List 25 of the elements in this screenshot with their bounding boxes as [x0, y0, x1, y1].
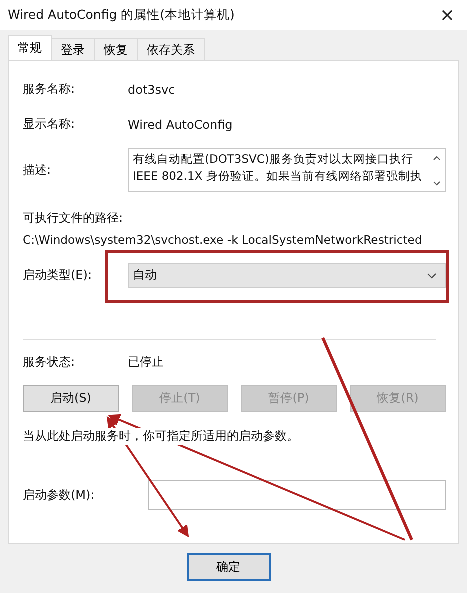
tab[interactable]: 依存关系 — [137, 38, 205, 60]
description-text: 有线自动配置(DOT3SVC)服务负责对以太网接口执行 IEEE 802.1X 身份验证。如果当前有线网络部署强制执 — [133, 151, 424, 185]
description-field[interactable]: 有线自动配置(DOT3SVC)服务负责对以太网接口执行 IEEE 802.1X 身份验证。如果当前有线网络部署强制执 — [128, 148, 446, 192]
field-label: 显示名称: — [23, 116, 76, 133]
field-label: 描述: — [23, 162, 52, 178]
field-value: Wired AutoConfig — [128, 118, 233, 132]
tab[interactable]: 常规 — [8, 35, 52, 60]
startup-type-dropdown[interactable]: 自动 — [128, 263, 446, 288]
service-button[interactable]: 启动(S) — [23, 385, 119, 412]
scroll-up-icon[interactable] — [433, 155, 441, 161]
ok-button[interactable]: 确定 — [186, 553, 270, 581]
field-label: 启动参数(M): — [23, 486, 96, 504]
start-parameters-field[interactable] — [148, 480, 446, 510]
chevron-down-icon — [427, 272, 437, 278]
close-button[interactable]: × — [434, 4, 461, 26]
path-text: C:\Windows\system32\svchost.exe -k LocalSystemNetworkRestricted — [23, 233, 424, 247]
field-label: 可执行文件的路径: — [23, 210, 124, 227]
field-label: 启动类型(E): — [23, 267, 93, 284]
field-label: 服务状态: — [23, 354, 76, 371]
field-value: 已停止 — [128, 354, 164, 371]
field-label: 服务名称: — [23, 81, 76, 98]
field-value: dot3svc — [128, 82, 176, 96]
scroll-down-icon[interactable] — [433, 181, 441, 187]
dropdown-value: 自动 — [133, 267, 157, 284]
window-title: Wired AutoConfig 的属性(本地计算机) — [8, 6, 235, 24]
